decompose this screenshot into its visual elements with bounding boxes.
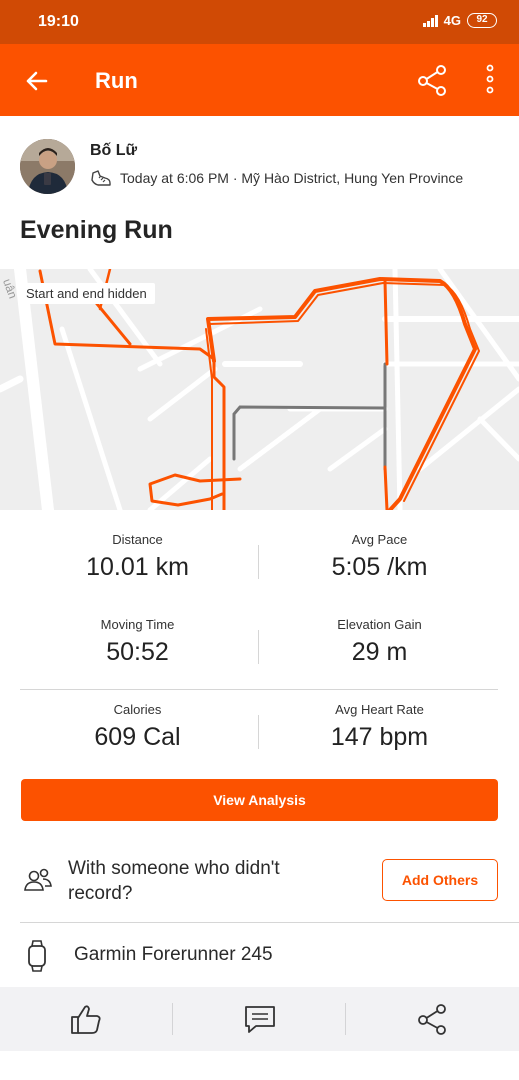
map-privacy-badge: Start and end hidden: [18, 283, 155, 304]
stat-value: 147 bpm: [330, 723, 429, 751]
stat-divider: [258, 715, 259, 749]
activity-date-location: Today at 6:06 PM · Mỹ Hào District, Hung…: [120, 170, 464, 186]
stat-value: 10.01 km: [86, 553, 189, 581]
stats-divider: [20, 689, 498, 690]
activity-meta: Today at 6:06 PM · Mỹ Hào District, Hung…: [90, 168, 463, 188]
stat-moving-time: Moving Time 50:52: [8, 617, 267, 667]
action-divider: [172, 1003, 173, 1035]
page-title: Run: [95, 68, 138, 93]
more-options-button[interactable]: [478, 62, 502, 98]
stat-distance: Distance 10.01 km: [8, 532, 267, 582]
comment-button[interactable]: [240, 1001, 280, 1037]
stat-value: 29 m: [351, 638, 408, 666]
comment-icon: [245, 1006, 275, 1033]
bottom-strip: [0, 1051, 519, 1080]
stat-avg-heart-rate: Avg Heart Rate 147 bpm: [250, 702, 509, 752]
stat-value: 5:05 /km: [331, 553, 428, 581]
stat-label: Avg Pace: [351, 532, 408, 547]
stat-divider: [258, 630, 259, 664]
stat-label: Avg Heart Rate: [335, 702, 424, 717]
stat-label: Elevation Gain: [337, 617, 422, 632]
social-action-bar: [0, 987, 519, 1051]
app-bar: Run: [0, 44, 519, 116]
battery-icon: 92: [467, 13, 497, 28]
view-analysis-button[interactable]: View Analysis: [21, 779, 498, 821]
more-vertical-icon: [486, 64, 494, 94]
people-icon: [24, 868, 52, 891]
add-others-button[interactable]: Add Others: [382, 859, 498, 901]
avatar[interactable]: [20, 139, 75, 194]
stat-label: Distance: [112, 532, 163, 547]
together-prompt: With someone who didn't record?: [68, 858, 280, 904]
athlete-name[interactable]: Bố Lữ: [90, 142, 137, 160]
activity-detail-screen: 19:10 4G 92 Run Bố Lữ Today at 6:06 PM ·…: [0, 0, 519, 1080]
watch-icon: [28, 940, 46, 972]
device-name: Garmin Forerunner 245: [74, 944, 273, 965]
activity-title: Evening Run: [20, 216, 173, 244]
stat-calories: Calories 609 Cal: [8, 702, 267, 752]
status-indicators: 4G 92: [422, 13, 497, 28]
thumbs-up-icon: [71, 1005, 101, 1034]
status-time: 19:10: [38, 13, 79, 30]
map-canvas: uân: [0, 269, 519, 510]
stat-label: Moving Time: [100, 617, 175, 632]
stat-label: Calories: [113, 702, 162, 717]
kudos-button[interactable]: [66, 1001, 106, 1037]
network-type: 4G: [443, 13, 461, 28]
section-divider: [20, 922, 519, 923]
share-icon: [418, 65, 446, 96]
action-divider: [345, 1003, 346, 1035]
shoe-icon: [91, 170, 111, 186]
stat-avg-pace: Avg Pace 5:05 /km: [250, 532, 509, 582]
stat-value: 50:52: [106, 638, 169, 666]
share-activity-button[interactable]: [412, 1001, 452, 1037]
back-button[interactable]: [20, 64, 54, 98]
share-icon: [418, 1004, 446, 1035]
arrow-left-icon: [26, 71, 48, 91]
route-map[interactable]: uân Start and end hidden: [0, 269, 519, 510]
avatar-photo: [20, 139, 75, 194]
status-bar: 19:10 4G 92: [0, 0, 519, 44]
share-button[interactable]: [414, 62, 450, 98]
signal-icon: [422, 14, 438, 27]
stat-elevation-gain: Elevation Gain 29 m: [250, 617, 509, 667]
stat-divider: [258, 545, 259, 579]
stat-value: 609 Cal: [94, 723, 181, 751]
